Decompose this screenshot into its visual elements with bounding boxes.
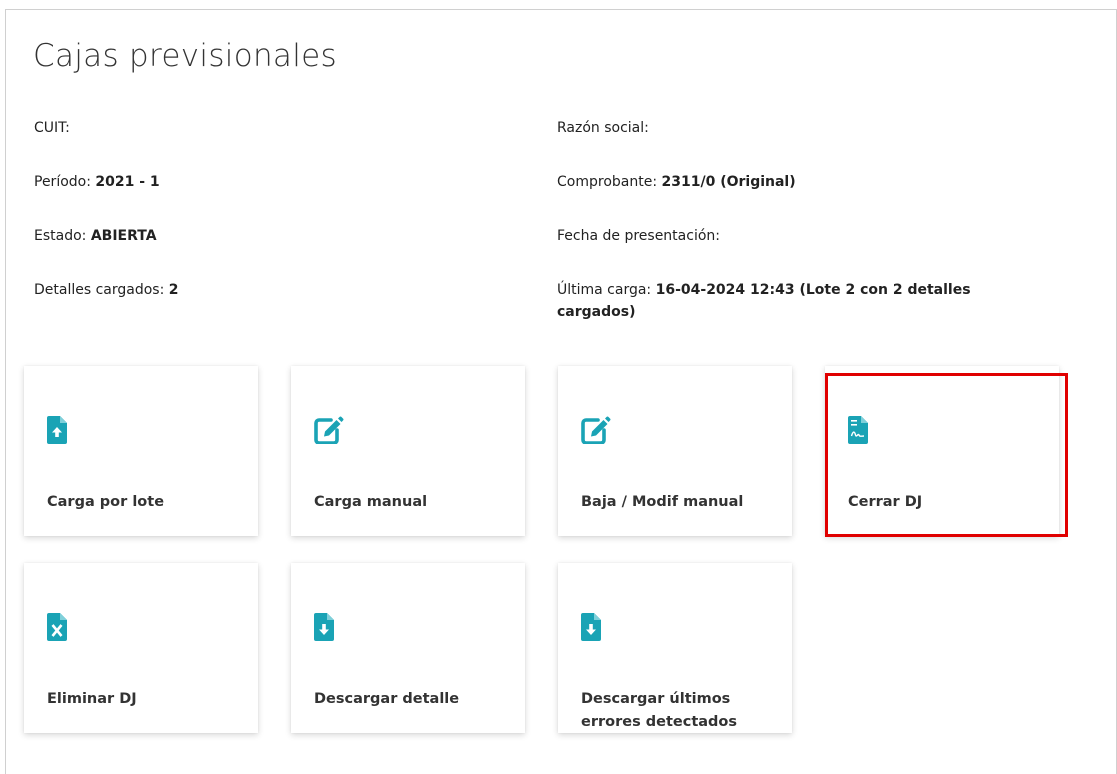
ultima-carga-value: 16-04-2024 12:43 (Lote 2 con 2 detalles: [655, 282, 971, 298]
ultima-carga-field: Última carga: 16-04-2024 12:43 (Lote 2 c…: [557, 279, 1057, 323]
detalles-field: Detalles cargados: 2: [34, 279, 179, 301]
comprobante-value: 2311/0 (Original): [661, 174, 796, 190]
razon-social-label: Razón social:: [557, 120, 649, 136]
comprobante-label: Comprobante:: [557, 174, 662, 190]
comprobante-field: Comprobante: 2311/0 (Original): [557, 171, 796, 193]
detalles-value: 2: [168, 282, 179, 298]
card-label: Carga manual: [314, 494, 428, 510]
card-cerrar-dj[interactable]: Cerrar DJ: [825, 366, 1059, 536]
periodo-label: Período:: [34, 174, 96, 190]
estado-label: Estado:: [34, 228, 91, 244]
file-download-icon: [314, 613, 336, 641]
card-label-line1: Descargar últimos: [581, 691, 731, 707]
card-descargar-ultimos-errores[interactable]: Descargar últimos errores detectados: [558, 563, 792, 733]
edit-icon: [581, 416, 611, 445]
fecha-presentacion-label: Fecha de presentación:: [557, 228, 720, 244]
card-carga-por-lote[interactable]: Carga por lote: [24, 366, 258, 536]
card-label: Eliminar DJ: [47, 691, 137, 707]
detalles-label: Detalles cargados:: [34, 282, 169, 298]
file-signature-icon: [848, 416, 870, 444]
cuit-label: CUIT:: [34, 120, 70, 136]
card-eliminar-dj[interactable]: Eliminar DJ: [24, 563, 258, 733]
card-carga-manual[interactable]: Carga manual: [291, 366, 525, 536]
periodo-value: 2021 - 1: [95, 174, 160, 190]
estado-field: Estado: ABIERTA: [34, 225, 157, 247]
card-label: Cerrar DJ: [848, 494, 923, 510]
file-download-icon: [581, 613, 603, 641]
card-descargar-detalle[interactable]: Descargar detalle: [291, 563, 525, 733]
periodo-field: Período: 2021 - 1: [34, 171, 160, 193]
ultima-carga-value-cont: cargados): [557, 304, 636, 320]
edit-icon: [314, 416, 344, 445]
file-excel-icon: [47, 613, 69, 641]
razon-social-field: Razón social:: [557, 117, 649, 139]
fecha-presentacion-field: Fecha de presentación:: [557, 225, 720, 247]
cuit-field: CUIT:: [34, 117, 70, 139]
card-label: Baja / Modif manual: [581, 494, 744, 510]
card-baja-modif-manual[interactable]: Baja / Modif manual: [558, 366, 792, 536]
card-label-line2: errores detectados: [581, 714, 738, 730]
card-label: Descargar últimos errores detectados: [581, 688, 781, 734]
card-label: Carga por lote: [47, 494, 165, 510]
card-label: Descargar detalle: [314, 691, 460, 707]
file-upload-icon: [47, 416, 69, 444]
page-title: Cajas previsionales: [33, 38, 337, 74]
estado-value: ABIERTA: [90, 228, 157, 244]
ultima-carga-label: Última carga:: [557, 282, 656, 298]
